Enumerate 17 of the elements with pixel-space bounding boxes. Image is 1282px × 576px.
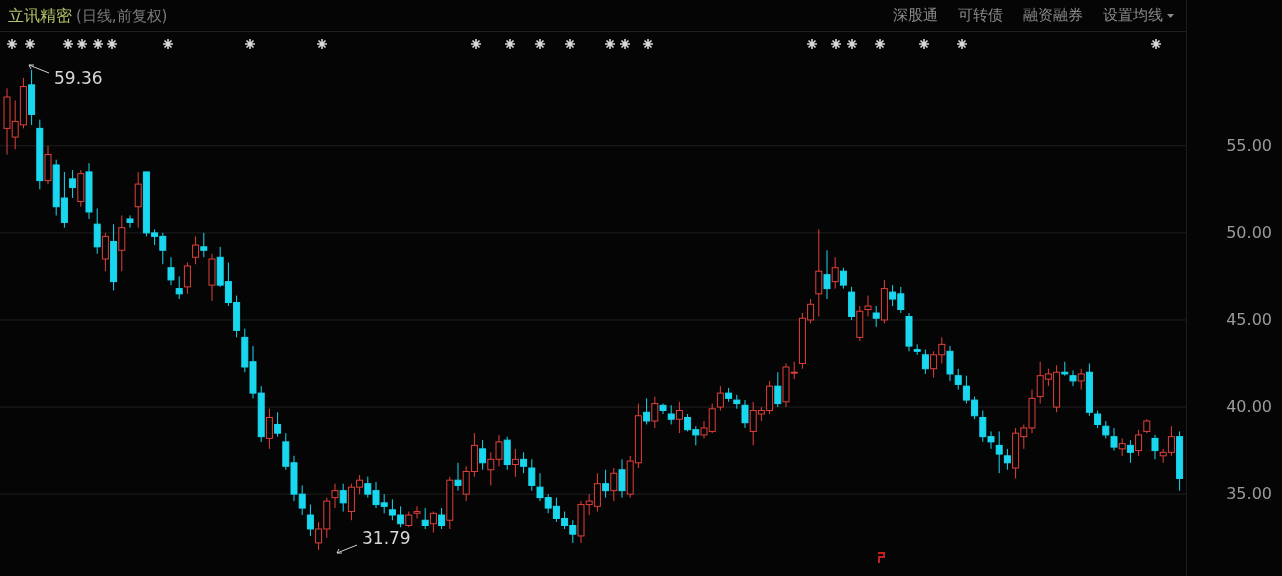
high-price-label: 59.36 <box>54 67 103 90</box>
caret-icon <box>1167 13 1174 18</box>
leader-line <box>28 64 50 74</box>
price-axis-label: 45.00 <box>1226 309 1272 330</box>
leader-line <box>336 543 358 554</box>
low-price-label: 31.79 <box>362 527 411 550</box>
menu-link[interactable]: 深股通 <box>893 4 938 27</box>
price-axis-label: 40.00 <box>1226 397 1272 418</box>
ma-settings-dropdown[interactable]: 设置均线 <box>1103 4 1174 27</box>
chart-mode: (日线,前复权) <box>76 5 168 27</box>
price-axis-label: 35.00 <box>1226 484 1272 505</box>
menu-link[interactable]: 可转债 <box>958 4 1003 27</box>
flag-marker-icon <box>877 552 885 564</box>
menu-link[interactable]: 融资融券 <box>1023 4 1083 27</box>
stock-name: 立讯精密 <box>8 4 72 27</box>
price-axis-label: 55.00 <box>1226 135 1272 156</box>
price-axis-label: 50.00 <box>1226 222 1272 243</box>
